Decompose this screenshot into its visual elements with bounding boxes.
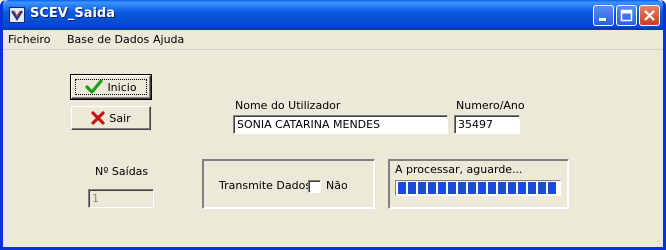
close-icon	[644, 10, 655, 21]
app-icon[interactable]	[9, 7, 25, 23]
progress-segment	[468, 182, 476, 194]
progress-segment	[398, 182, 406, 194]
title-bar[interactable]: SCEV_Saida	[3, 0, 663, 30]
main-window: SCEV_Saida Ficheiro Base de Dados Ajuda …	[0, 0, 666, 250]
progress-segment	[488, 182, 496, 194]
user-name-field[interactable]: SONIA CATARINA MENDES	[233, 115, 448, 134]
status-text: A processar, aguarde...	[395, 163, 523, 176]
progress-segment	[418, 182, 426, 194]
maximize-icon	[620, 9, 633, 22]
progress-segment	[478, 182, 486, 194]
progress-segment	[498, 182, 506, 194]
transmit-label: Transmite Dados	[219, 179, 312, 192]
progress-segment	[508, 182, 516, 194]
x-icon	[91, 111, 105, 125]
progress-segment	[518, 182, 526, 194]
progress-segment	[408, 182, 416, 194]
sair-button[interactable]: Sair	[71, 106, 151, 130]
progress-bar	[395, 180, 561, 196]
progress-segment	[458, 182, 466, 194]
exits-field: 1	[88, 189, 154, 208]
number-year-label: Numero/Ano	[456, 99, 525, 112]
progress-segment	[548, 182, 556, 194]
progress-segment	[528, 182, 536, 194]
checkmark-icon	[85, 79, 104, 94]
inicio-button[interactable]: Inicio	[70, 74, 152, 100]
window-title: SCEV_Saida	[30, 6, 116, 21]
progress-segment	[538, 182, 546, 194]
inicio-label: Inicio	[107, 80, 137, 94]
transmit-checkbox[interactable]	[308, 180, 321, 193]
menu-bar: Ficheiro Base de Dados Ajuda	[3, 30, 663, 50]
menu-base-de-dados[interactable]: Base de Dados	[67, 33, 149, 46]
progress-segment	[428, 182, 436, 194]
menu-ficheiro[interactable]: Ficheiro	[8, 33, 50, 46]
maximize-button[interactable]	[616, 5, 637, 26]
close-button[interactable]	[639, 5, 660, 26]
sair-label: Sair	[109, 111, 131, 125]
minimize-icon	[599, 18, 606, 21]
transmit-checkbox-label: Não	[326, 179, 348, 192]
user-name-label: Nome do Utilizador	[235, 99, 341, 112]
minimize-button[interactable]	[593, 5, 614, 26]
number-year-field[interactable]: 35497	[454, 115, 520, 134]
progress-segment	[438, 182, 446, 194]
menu-ajuda[interactable]: Ajuda	[153, 33, 184, 46]
exits-label: Nº Saídas	[95, 165, 149, 178]
progress-segment	[448, 182, 456, 194]
